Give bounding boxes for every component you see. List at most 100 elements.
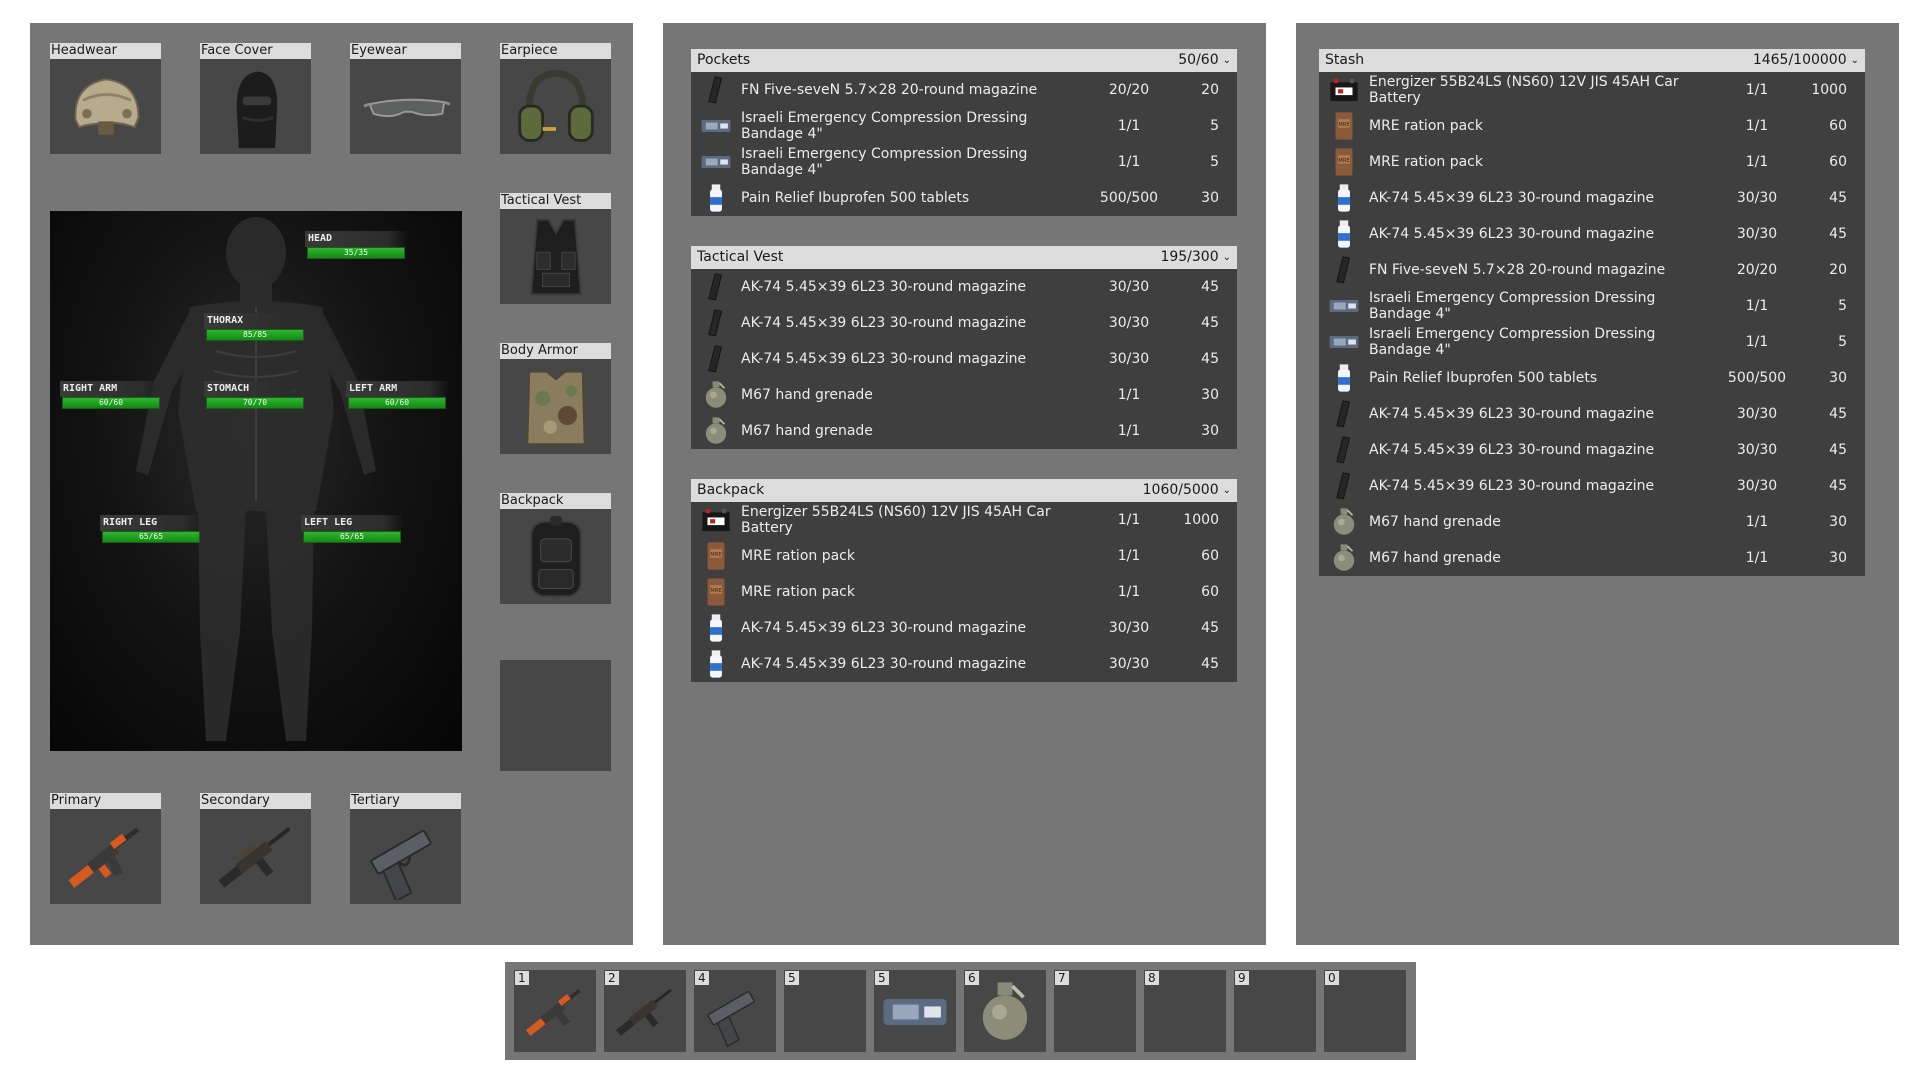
mre-icon: MRE [691, 574, 741, 610]
face-cover-slot[interactable]: Face Cover [200, 43, 311, 154]
inventory-item-row[interactable]: AK-74 5.45×39 6L23 30-round magazine 30/3… [1319, 180, 1865, 216]
chevron-down-icon[interactable]: ⌄ [1223, 49, 1231, 72]
empty-equipment-slot[interactable] [500, 660, 611, 771]
item-name: AK-74 5.45×39 6L23 30-round magazine [741, 656, 1027, 672]
hotbar-slot[interactable]: 9 [1234, 970, 1316, 1052]
inventory-item-row[interactable]: MRE MRE ration pack 1/1 60 [1319, 108, 1865, 144]
item-weight: 60 [1829, 154, 1847, 170]
tactical-vest-container: Tactical Vest 195/300 ⌄ AK-74 5.45×39 6L… [691, 246, 1237, 449]
magazine-icon [691, 341, 741, 377]
item-count: 1/1 [1745, 118, 1769, 134]
container-header[interactable]: Tactical Vest 195/300 ⌄ [691, 246, 1237, 269]
inventory-item-row[interactable]: Pain Relief Ibuprofen 500 tablets 500/500… [1319, 360, 1865, 396]
hotbar-slot[interactable]: 7 [1054, 970, 1136, 1052]
slot-box[interactable] [500, 59, 611, 154]
primary-slot[interactable]: Primary [50, 793, 161, 904]
hotbar-slot[interactable]: 2 [604, 970, 686, 1052]
tactical-vest-slot[interactable]: Tactical Vest [500, 193, 611, 304]
inventory-item-row[interactable]: AK-74 5.45×39 6L23 30-round magazine 30/3… [1319, 432, 1865, 468]
item-name: Energizer 55B24LS (NS60) 12V JIS 45AH Ca… [1369, 74, 1679, 106]
earpiece-slot[interactable]: Earpiece [500, 43, 611, 154]
inventory-item-row[interactable]: MRE MRE ration pack 1/1 60 [1319, 144, 1865, 180]
item-count: 30/30 [1736, 190, 1778, 206]
container-header[interactable]: Pockets 50/60 ⌄ [691, 49, 1237, 72]
inventory-item-row[interactable]: M67 hand grenade 1/1 30 [691, 377, 1237, 413]
mre-icon: MRE [1319, 144, 1369, 180]
item-name: MRE ration pack [741, 548, 855, 564]
item-name: AK-74 5.45×39 6L23 30-round magazine [1369, 406, 1655, 422]
health-part-name: STOMACH [204, 381, 307, 397]
inventory-item-row[interactable]: Energizer 55B24LS (NS60) 12V JIS 45AH Ca… [1319, 72, 1865, 108]
glasses-icon [363, 98, 450, 117]
eyewear-slot[interactable]: Eyewear [350, 43, 461, 154]
slot-box[interactable] [50, 59, 161, 154]
inventory-item-row[interactable]: AK-74 5.45×39 6L23 30-round magazine 30/3… [1319, 216, 1865, 252]
inventory-item-row[interactable]: AK-74 5.45×39 6L23 30-round magazine 30/3… [691, 646, 1237, 682]
slot-box[interactable] [350, 809, 461, 904]
slot-label: Body Armor [500, 343, 611, 359]
inventory-item-row[interactable]: Energizer 55B24LS (NS60) 12V JIS 45AH Ca… [691, 502, 1237, 538]
item-count: 1/1 [1117, 548, 1141, 564]
backpack-container: Backpack 1060/5000 ⌄ Energizer 55B24LS (… [691, 479, 1237, 682]
hotbar-slot[interactable]: 6 [964, 970, 1046, 1052]
inventory-item-row[interactable]: AK-74 5.45×39 6L23 30-round magazine 30/3… [691, 269, 1237, 305]
container-title: Pockets [697, 52, 751, 68]
hotbar-slot[interactable]: 8 [1144, 970, 1226, 1052]
inventory-item-row[interactable]: Israeli Emergency Compression Dressing B… [691, 108, 1237, 144]
inventory-item-row[interactable]: Israeli Emergency Compression Dressing B… [1319, 288, 1865, 324]
pill-bottle-icon [691, 610, 741, 646]
slot-box[interactable] [500, 209, 611, 304]
container-capacity: 195/300 [1160, 249, 1219, 265]
item-weight: 60 [1201, 584, 1219, 600]
container-item-list: FN Five-seveN 5.7×28 20-round magazine 20… [691, 72, 1237, 216]
chevron-down-icon[interactable]: ⌄ [1223, 246, 1231, 269]
inventory-item-row[interactable]: AK-74 5.45×39 6L23 30-round magazine 30/3… [691, 341, 1237, 377]
hotbar-slot[interactable]: 5 [874, 970, 956, 1052]
slot-label: Face Cover [200, 43, 311, 59]
slot-box[interactable] [500, 509, 611, 604]
slot-box[interactable] [350, 59, 461, 154]
slot-box[interactable] [200, 59, 311, 154]
hotbar-slot[interactable]: 5 [784, 970, 866, 1052]
headwear-slot[interactable]: Headwear [50, 43, 161, 154]
item-count: 30/30 [1736, 478, 1778, 494]
body-armor-slot[interactable]: Body Armor [500, 343, 611, 454]
inventory-item-row[interactable]: Pain Relief Ibuprofen 500 tablets 500/500… [691, 180, 1237, 216]
item-name: Israeli Emergency Compression Dressing B… [741, 110, 1028, 142]
backpack-slot[interactable]: Backpack [500, 493, 611, 604]
secondary-slot[interactable]: Secondary [200, 793, 311, 904]
inventory-item-row[interactable]: Israeli Emergency Compression Dressing B… [691, 144, 1237, 180]
inventory-item-row[interactable]: M67 hand grenade 1/1 30 [691, 413, 1237, 449]
slot-box[interactable] [500, 660, 611, 771]
hotbar-slot[interactable]: 0 [1324, 970, 1406, 1052]
inventory-item-row[interactable]: AK-74 5.45×39 6L23 30-round magazine 30/3… [691, 610, 1237, 646]
inventory-item-row[interactable]: AK-74 5.45×39 6L23 30-round magazine 30/3… [1319, 468, 1865, 504]
container-header[interactable]: Backpack 1060/5000 ⌄ [691, 479, 1237, 502]
slot-box[interactable] [200, 809, 311, 904]
container-header[interactable]: Stash 1465/100000 ⌄ [1319, 49, 1865, 72]
health-right-arm: RIGHT ARM 60/60 [60, 381, 163, 409]
tertiary-slot[interactable]: Tertiary [350, 793, 461, 904]
mre-icon: MRE [1319, 108, 1369, 144]
inventory-item-row[interactable]: M67 hand grenade 1/1 30 [1319, 504, 1865, 540]
inventory-item-row[interactable]: FN Five-seveN 5.7×28 20-round magazine 20… [1319, 252, 1865, 288]
hotbar-key-label: 2 [605, 971, 619, 985]
chevron-down-icon[interactable]: ⌄ [1851, 49, 1859, 72]
slot-box[interactable] [50, 809, 161, 904]
item-name: Israeli Emergency Compression Dressing B… [741, 146, 1028, 178]
inventory-item-row[interactable]: AK-74 5.45×39 6L23 30-round magazine 30/3… [691, 305, 1237, 341]
bandage-icon [691, 108, 741, 144]
container-title: Backpack [697, 482, 765, 498]
hotbar-slot[interactable]: 4 [694, 970, 776, 1052]
inventory-item-row[interactable]: AK-74 5.45×39 6L23 30-round magazine 30/3… [1319, 396, 1865, 432]
inventory-item-row[interactable]: Israeli Emergency Compression Dressing B… [1319, 324, 1865, 360]
item-weight: 60 [1829, 118, 1847, 134]
chevron-down-icon[interactable]: ⌄ [1223, 479, 1231, 502]
inventory-item-row[interactable]: MRE MRE ration pack 1/1 60 [691, 574, 1237, 610]
inventory-item-row[interactable]: FN Five-seveN 5.7×28 20-round magazine 20… [691, 72, 1237, 108]
item-name: M67 hand grenade [1369, 514, 1501, 530]
slot-box[interactable] [500, 359, 611, 454]
inventory-item-row[interactable]: M67 hand grenade 1/1 30 [1319, 540, 1865, 576]
inventory-item-row[interactable]: MRE MRE ration pack 1/1 60 [691, 538, 1237, 574]
hotbar-slot[interactable]: 1 [514, 970, 596, 1052]
